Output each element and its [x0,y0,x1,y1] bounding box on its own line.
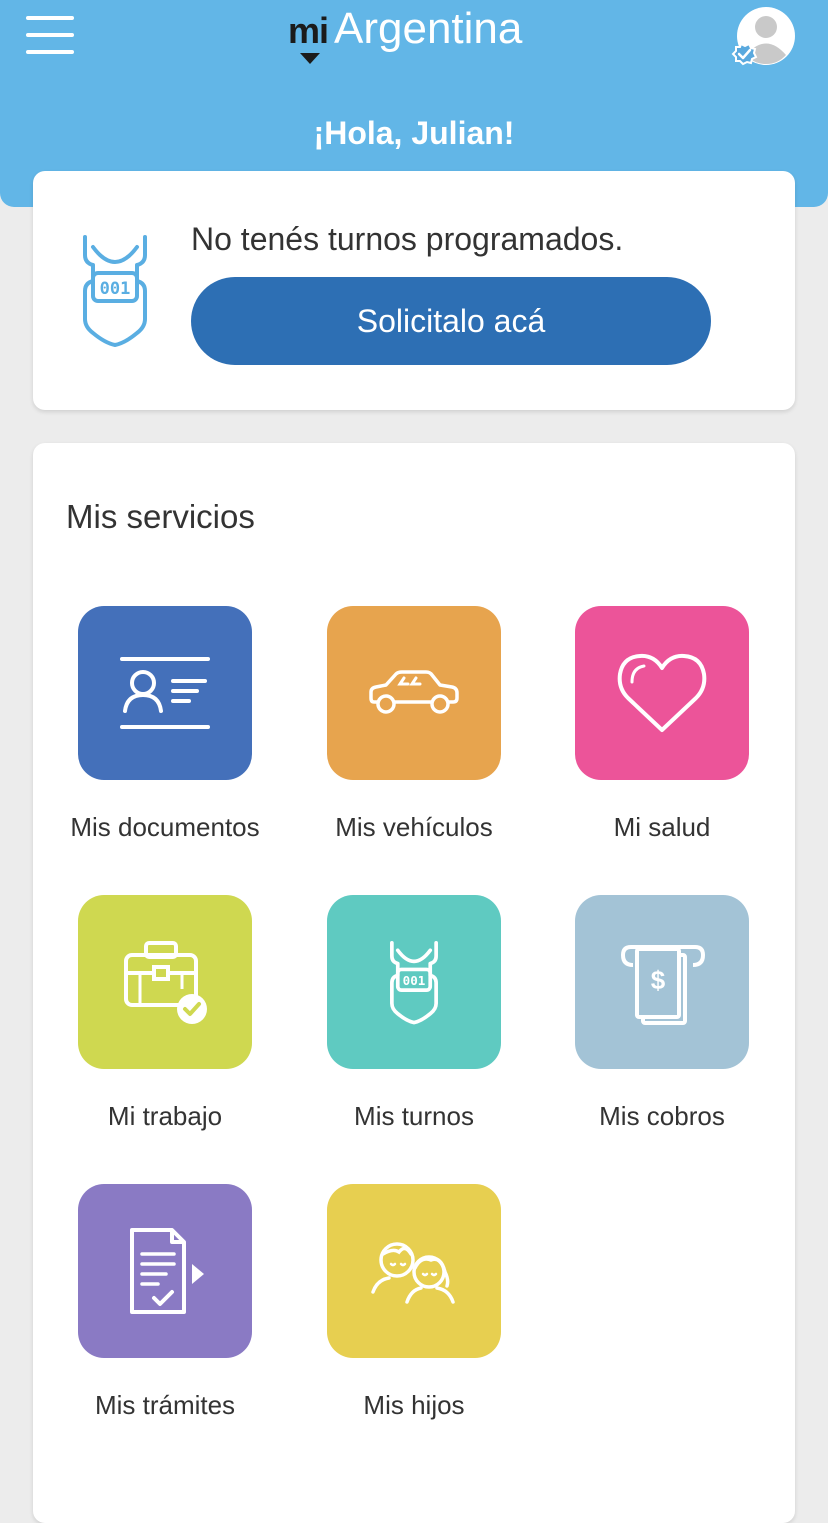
heart-icon [617,653,707,732]
service-label: Mis vehículos [335,812,493,842]
service-label: Mis turnos [354,1101,474,1131]
service-mi-trabajo[interactable]: Mi trabajo [33,895,293,1145]
service-label: Mis hijos [363,1390,465,1420]
service-tile [327,1184,501,1358]
service-mi-salud[interactable]: Mi salud [530,606,790,856]
service-tile: $ [575,895,749,1069]
id-card-icon [120,657,210,729]
request-appointment-button[interactable]: Solicitalo acá [191,277,711,365]
logo-name: Argentina [334,4,523,53]
service-mis-cobros[interactable]: $ Mis cobros [530,895,790,1145]
service-tile: 001 [327,895,501,1069]
service-label: Mi salud [613,812,711,842]
service-label: Mis documentos [70,812,260,842]
service-mis-hijos[interactable]: Mis hijos [282,1184,542,1434]
turnos-card: 001 No tenés turnos programados. Solicit… [33,171,795,410]
logo-triangle [300,53,320,64]
briefcase-icon [124,941,207,1024]
svg-text:001: 001 [403,973,426,988]
service-mis-tramites[interactable]: Mis trámites [33,1184,293,1434]
menu-icon-bar [26,33,74,37]
service-tile [78,1184,252,1358]
ticket-icon: 001 [390,941,438,1025]
children-icon [371,1242,455,1304]
services-title: Mis servicios [66,498,255,535]
service-mis-turnos[interactable]: 001 Mis turnos [282,895,542,1145]
ticket-icon: 001 [79,229,151,351]
svg-text:$: $ [651,965,666,995]
car-icon [369,670,459,714]
service-label: Mis cobros [599,1101,725,1131]
svg-text:001: 001 [100,279,131,299]
avatar-icon [731,7,795,66]
service-tile [78,895,252,1069]
menu-icon-bar [26,50,74,54]
service-mis-vehiculos[interactable]: Mis vehículos [282,606,542,856]
menu-icon [26,16,74,20]
service-label: Mi trabajo [107,1101,223,1131]
profile-button[interactable] [726,6,798,70]
service-label: Mis trámites [94,1390,236,1420]
services-card: Mis servicios Mis documentos Mis vehícul… [33,443,795,1523]
greeting: ¡Hola, Julian! [313,115,515,151]
service-mis-documentos[interactable]: Mis documentos [33,606,293,856]
app-logo: mi Argentina [288,2,548,66]
payment-icon: $ [621,945,705,1025]
service-tile [78,606,252,780]
service-tile [327,606,501,780]
menu-button[interactable] [26,14,74,56]
document-icon [130,1228,204,1314]
turnos-message: No tenés turnos programados. [191,221,624,257]
service-tile [575,606,749,780]
logo-prefix: mi [288,10,329,51]
